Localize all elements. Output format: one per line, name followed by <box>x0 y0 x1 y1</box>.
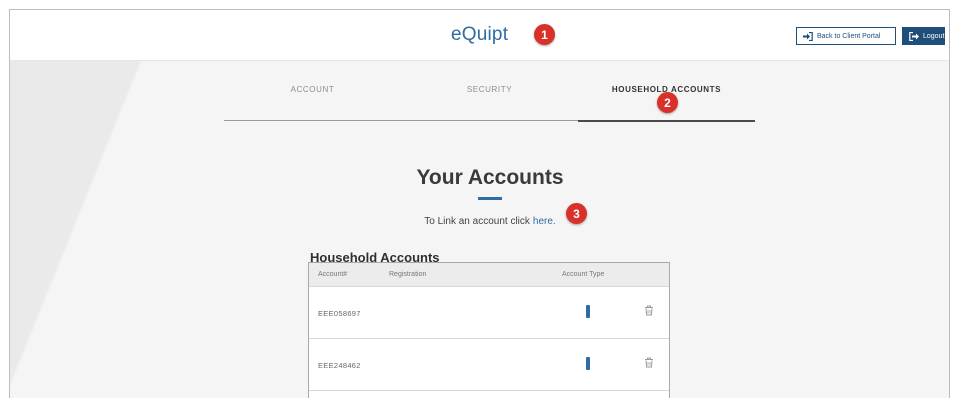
callout-badge-3: 3 <box>566 203 587 224</box>
title-underline <box>478 197 502 200</box>
link-prompt-text: To Link an account click <box>424 216 530 227</box>
tab-security[interactable]: SECURITY <box>401 74 578 120</box>
column-header-account-type: Account Type <box>562 271 605 278</box>
logout-button[interactable]: Logout <box>902 27 945 45</box>
callout-badge-2: 2 <box>657 92 678 113</box>
callout-badge-1: 1 <box>534 24 555 45</box>
link-account-prompt: To Link an account click here. <box>390 216 590 227</box>
link-account-here-link[interactable]: here. <box>533 216 556 227</box>
top-header: eQuipt 1 Back to Client Portal Logout <box>10 10 949 61</box>
browser-frame: eQuipt 1 Back to Client Portal Logout AC… <box>9 9 950 398</box>
account-type-bar-icon <box>586 357 590 370</box>
table-row: EEE058697 <box>309 287 669 339</box>
account-number: EEE248462 <box>318 361 361 370</box>
trash-icon[interactable] <box>644 357 654 368</box>
back-to-client-portal-label: Back to Client Portal <box>817 32 881 40</box>
trash-icon[interactable] <box>644 305 654 316</box>
account-number: EEE058697 <box>318 309 361 318</box>
household-accounts-table: Account# Registration Account Type EEE05… <box>308 262 670 398</box>
equipt-logo[interactable]: eQuipt <box>451 24 508 46</box>
sign-in-icon <box>803 31 813 41</box>
column-header-account: Account# <box>318 271 348 278</box>
table-header: Account# Registration Account Type <box>309 263 669 287</box>
page-title: Your Accounts <box>416 166 564 189</box>
back-to-client-portal-button[interactable]: Back to Client Portal <box>796 27 896 45</box>
table-row: EEE248462 <box>309 339 669 391</box>
tab-account[interactable]: ACCOUNT <box>224 74 401 120</box>
logout-label: Logout <box>923 32 945 40</box>
account-type-bar-icon <box>586 305 590 318</box>
column-header-registration: Registration <box>389 271 427 278</box>
sign-out-icon <box>909 31 919 41</box>
